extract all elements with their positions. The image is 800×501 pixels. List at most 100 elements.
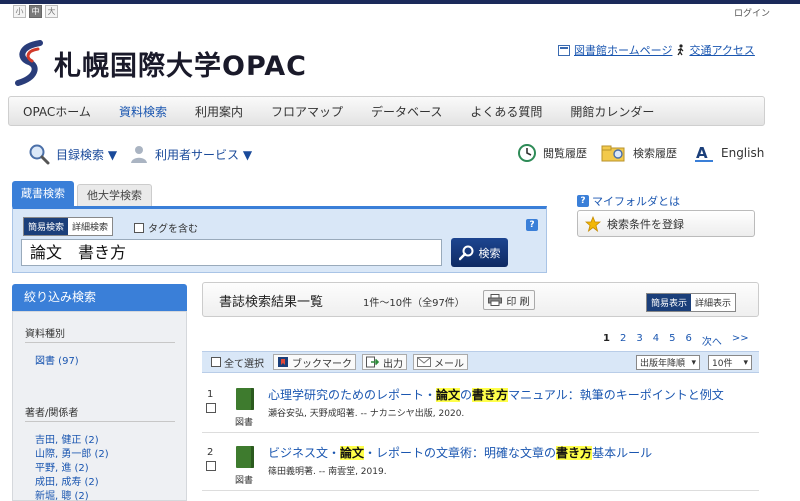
svg-text:A: A — [696, 144, 708, 162]
per-page-select[interactable]: 10件 ▾ — [708, 355, 752, 370]
mail-icon — [417, 357, 431, 367]
include-tags-option[interactable]: タグを含む — [134, 220, 198, 235]
title-text: ビジネス文・ — [268, 446, 341, 460]
facet-author[interactable]: 平野, 進 (2) — [35, 459, 89, 474]
chevron-down-icon: ▾ — [691, 357, 696, 368]
pagination: 1 2 3 4 5 6 次へ >> — [603, 333, 749, 348]
nav-faq[interactable]: よくある質問 — [456, 103, 556, 120]
include-tags-checkbox[interactable] — [134, 222, 144, 233]
authors-heading: 著者/関係者 — [25, 408, 79, 419]
top-accent-bar — [0, 0, 800, 4]
result-author-publisher: 瀬谷安弘, 天野成昭著. -- ナカニシヤ出版, 2020. — [268, 409, 465, 419]
font-size-large-button[interactable]: 大 — [45, 5, 58, 18]
english-link[interactable]: English — [721, 146, 764, 160]
mail-label: メール — [434, 358, 464, 370]
per-page-select-value: 10件 — [712, 359, 733, 369]
title-highlight: 論文 — [340, 446, 365, 460]
facet-author[interactable]: 吉田, 健正 (2) — [35, 431, 99, 446]
page-next[interactable]: 次へ — [702, 333, 722, 348]
nav-floor-map[interactable]: フロアマップ — [257, 103, 357, 120]
user-service-menu[interactable]: 利用者サービス ▼ — [155, 146, 252, 163]
facet-author[interactable]: 成田, 成寿 (2) — [35, 473, 99, 488]
results-header: 書誌検索結果一覧 1件〜10件（全97件） 印 刷 簡易表示 詳細表示 — [202, 282, 759, 317]
select-all-checkbox[interactable] — [211, 357, 221, 367]
bookmark-button[interactable]: ブックマーク — [273, 354, 356, 370]
select-all-label: 全て選択 — [224, 358, 264, 370]
result-checkbox[interactable] — [206, 461, 216, 471]
print-button[interactable]: 印 刷 — [483, 290, 535, 310]
view-simple[interactable]: 簡易表示 — [647, 294, 692, 311]
nav-material-search[interactable]: 資料検索 — [105, 103, 181, 120]
result-title-link[interactable]: 心理学研究のためのレポート・論文の書き方マニュアル：執筆のキーポイントと例文 — [268, 386, 724, 403]
printer-icon — [488, 294, 503, 306]
page-link[interactable]: 4 — [653, 333, 659, 348]
book-icon — [236, 446, 254, 468]
library-home-icon — [558, 44, 570, 56]
detail-search-mode[interactable]: 詳細検索 — [68, 218, 113, 235]
export-icon — [366, 356, 380, 368]
bookmark-icon — [278, 357, 288, 367]
browse-history-link[interactable]: 閲覧履歴 — [543, 145, 587, 161]
search-history-link[interactable]: 検索履歴 — [633, 145, 677, 161]
catalog-search-menu[interactable]: 目録検索 ▼ — [56, 146, 117, 163]
sort-select[interactable]: 出版年降順 ▾ — [636, 355, 700, 370]
library-home-link[interactable]: 図書館ホームページ — [574, 42, 672, 58]
view-detail[interactable]: 詳細表示 — [691, 294, 736, 311]
search-history-icon — [601, 145, 625, 162]
access-link[interactable]: 交通アクセス — [689, 42, 754, 58]
facet-books[interactable]: 図書 (97) — [35, 352, 79, 367]
nav-calendar[interactable]: 開館カレンダー — [556, 103, 668, 120]
search-input[interactable]: 論文 書き方 — [21, 239, 442, 266]
star-icon — [585, 215, 601, 232]
tool-row-left: 目録検索 ▼ 利用者サービス ▼ — [28, 143, 252, 165]
tab-holdings-search[interactable]: 蔵書検索 — [12, 181, 74, 207]
title-text: ・レポートの文章術：明確な文章の — [364, 446, 557, 460]
myfolder-link[interactable]: マイフォルダとは — [592, 193, 680, 209]
myfolder-info[interactable]: ? マイフォルダとは — [577, 193, 680, 209]
font-size-small-button[interactable]: 小 — [13, 5, 26, 18]
title-text: 基本ルール — [592, 446, 653, 460]
font-size-medium-button[interactable]: 中 — [29, 5, 42, 18]
facet-author[interactable]: 新堀, 聰 (2) — [35, 487, 89, 501]
main-navigation: OPACホーム 資料検索 利用案内 フロアマップ データベース よくある質問 開… — [8, 96, 765, 126]
nav-database[interactable]: データベース — [357, 103, 456, 120]
language-icon: A — [695, 144, 713, 162]
page-link[interactable]: 6 — [685, 333, 691, 348]
result-item: 1 図書 心理学研究のためのレポート・論文の書き方マニュアル：執筆のキーポイント… — [202, 381, 759, 433]
login-link[interactable]: ログイン — [734, 6, 770, 19]
page-last[interactable]: >> — [732, 333, 749, 348]
result-title-link[interactable]: ビジネス文・論文・レポートの文章術：明確な文章の書き方基本ルール — [268, 444, 652, 461]
page-link[interactable]: 2 — [620, 333, 626, 348]
simple-search-mode[interactable]: 簡易検索 — [24, 218, 69, 235]
select-all[interactable]: 全て選択 — [208, 354, 267, 370]
tab-other-university-search[interactable]: 他大学検索 — [77, 184, 152, 207]
output-button[interactable]: 出力 — [362, 354, 407, 370]
title-highlight: 書き方 — [472, 388, 509, 402]
material-type: 図書 — [235, 476, 254, 486]
site-title: 札幌国際大学OPAC — [54, 50, 307, 82]
browse-history-icon — [518, 144, 536, 162]
result-checkbox[interactable] — [206, 403, 216, 413]
title-text: 心理学研究のためのレポート・ — [268, 388, 437, 402]
site-logo[interactable]: 札幌国際大学OPAC — [12, 40, 307, 86]
material-type-heading: 資料種別 — [25, 329, 65, 340]
search-button-label: 検索 — [478, 246, 501, 260]
save-search-button[interactable]: 検索条件を登録 — [577, 210, 755, 237]
result-item: 2 図書 ビジネス文・論文・レポートの文章術：明確な文章の書き方基本ルール 篠田… — [202, 439, 759, 491]
divider — [25, 342, 175, 343]
page-link[interactable]: 3 — [636, 333, 642, 348]
nav-usage-guide[interactable]: 利用案内 — [181, 103, 257, 120]
mail-button[interactable]: メール — [413, 354, 468, 370]
print-label: 印 刷 — [506, 296, 530, 308]
font-size-switcher: 小 中 大 — [13, 5, 58, 18]
search-button[interactable]: 検索 — [451, 238, 508, 267]
refine-search-panel: 資料種別 図書 (97) 著者/関係者 吉田, 健正 (2) 山際, 勇一郎 (… — [12, 311, 187, 501]
nav-opac-home[interactable]: OPACホーム — [9, 103, 105, 120]
facet-author[interactable]: 山際, 勇一郎 (2) — [35, 445, 109, 460]
output-label: 出力 — [383, 358, 403, 370]
header-links: 図書館ホームページ 交通アクセス — [558, 42, 755, 58]
page-link[interactable]: 5 — [669, 333, 675, 348]
help-icon[interactable]: ? — [526, 219, 538, 231]
title-text: マニュアル：執筆のキーポイントと例文 — [508, 388, 724, 402]
title-highlight: 論文 — [436, 388, 461, 402]
